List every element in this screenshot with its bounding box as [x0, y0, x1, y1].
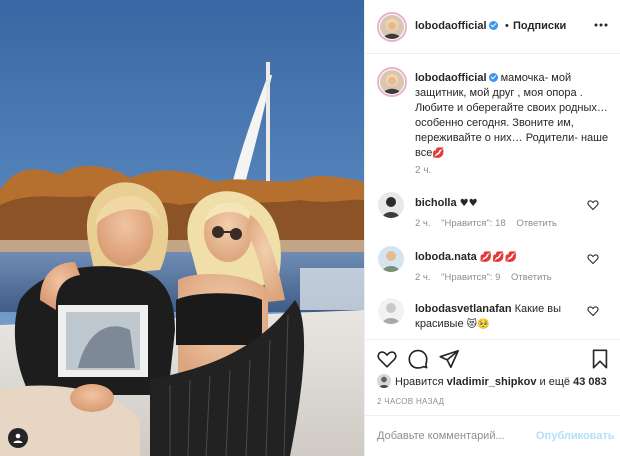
comment-like-heart-icon[interactable]: [587, 199, 599, 211]
commenter-avatar[interactable]: [378, 192, 404, 218]
comment-input[interactable]: [377, 428, 527, 444]
post-timestamp[interactable]: 2 ЧАСОВ НАЗАД: [377, 397, 444, 406]
user-tag-icon[interactable]: [8, 428, 28, 448]
following-button[interactable]: Подписки: [513, 20, 566, 32]
paper-plane-icon[interactable]: [438, 348, 460, 370]
three-dots-icon[interactable]: [593, 16, 609, 34]
likes-summary: Нравится vladimir_shipkov и ещё 43 083: [377, 374, 607, 390]
reply-button[interactable]: Ответить: [516, 218, 557, 229]
post-header: lobodaofficial • Подписки: [365, 0, 620, 54]
post-side-panel: lobodaofficial • Подписки lobodaofficial…: [364, 0, 620, 456]
caption-time[interactable]: 2 ч.: [415, 165, 431, 176]
likes-joiner: и ещё: [539, 376, 571, 388]
comment-text: ♥♥: [459, 198, 478, 209]
commenter-avatar[interactable]: [378, 246, 404, 272]
commenter-username[interactable]: loboda.nata: [415, 251, 477, 263]
post-caption: lobodaofficial мамочка- мой защитник, мо…: [415, 71, 613, 161]
header-separator: •: [505, 20, 509, 32]
bookmark-icon[interactable]: [589, 348, 611, 370]
liker-username[interactable]: vladimir_shipkov: [447, 376, 537, 388]
add-comment-bar: Опубликовать: [365, 415, 620, 456]
commenter-username[interactable]: bicholla: [415, 197, 457, 209]
comment-meta: 2 ч. "Нравится": 9 Ответить: [415, 272, 560, 283]
post-photo[interactable]: [0, 0, 364, 456]
verified-badge-icon: [488, 21, 498, 30]
caption-author[interactable]: lobodaofficial: [415, 72, 487, 84]
comment-meta: 2 ч. "Нравится": 18 Ответить: [415, 218, 565, 229]
likes-prefix: Нравится: [395, 376, 444, 388]
comment-likes-count[interactable]: "Нравится": 18: [441, 218, 506, 229]
comment-like-heart-icon[interactable]: [587, 305, 599, 317]
commenter-username[interactable]: lobodasvetlanafan: [415, 303, 512, 315]
comment-emoji: 😻🥺: [466, 319, 490, 330]
comment-likes-count[interactable]: "Нравится": 9: [441, 272, 500, 283]
photo-illustration: [0, 0, 364, 456]
commenter-avatar[interactable]: [378, 298, 404, 324]
comment-time[interactable]: 2 ч.: [415, 218, 431, 229]
comments-list[interactable]: lobodaofficial мамочка- мой защитник, мо…: [365, 55, 620, 339]
post-actions: [365, 339, 620, 375]
speech-bubble-icon[interactable]: [407, 348, 429, 370]
liker-avatar[interactable]: [377, 374, 391, 388]
reply-button[interactable]: Ответить: [511, 272, 552, 283]
comment-text: 💋💋💋: [479, 252, 518, 263]
author-avatar[interactable]: [377, 12, 407, 42]
author-username[interactable]: lobodaofficial: [415, 20, 498, 32]
caption-text: мамочка- мой защитник, мой друг , моя оп…: [415, 72, 609, 159]
publish-button[interactable]: Опубликовать: [536, 430, 615, 442]
instagram-post: lobodaofficial • Подписки lobodaofficial…: [0, 0, 620, 456]
caption-emoji: 💋: [432, 148, 445, 159]
heart-outline-icon[interactable]: [376, 348, 398, 370]
likes-count[interactable]: 43 083: [573, 376, 607, 388]
verified-badge-icon: [488, 73, 498, 82]
comment-time[interactable]: 2 ч.: [415, 272, 431, 283]
comment-like-heart-icon[interactable]: [587, 253, 599, 265]
caption-author-avatar[interactable]: [377, 67, 407, 97]
